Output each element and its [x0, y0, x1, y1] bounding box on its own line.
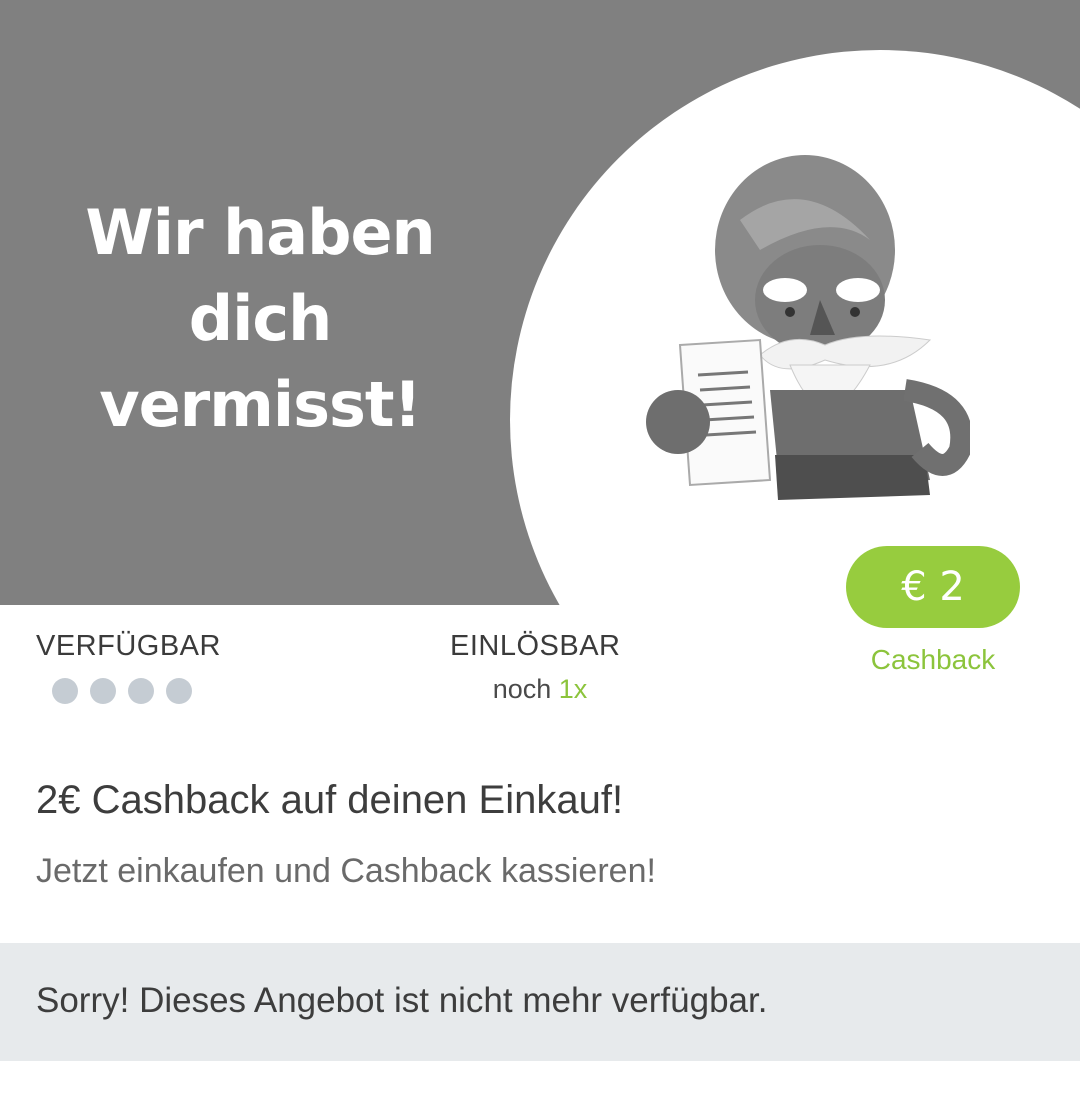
availability-label: VERFÜGBAR [36, 630, 221, 662]
mascot-with-receipt-illustration [646, 155, 970, 500]
availability-dot [52, 678, 78, 704]
unavailable-notice: Sorry! Dieses Angebot ist nicht mehr ver… [0, 943, 1080, 1061]
availability-dot [166, 678, 192, 704]
offer-subtitle: Jetzt einkaufen und Cashback kassieren! [36, 852, 656, 890]
availability-dots [52, 678, 192, 704]
hero-title: Wir haben dich vermisst! [40, 190, 480, 448]
cashback-caption: Cashback [870, 644, 996, 675]
hero-title-line: Wir haben [85, 196, 435, 269]
hero-title-line: dich [188, 282, 333, 355]
redeemable-count: noch 1x [450, 674, 630, 705]
hero-banner: Wir haben dich vermisst! [0, 0, 1080, 605]
hero-title-line: vermisst! [99, 368, 422, 441]
offer-title: 2€ Cashback auf deinen Einkauf! [36, 778, 624, 822]
redeemable-times: 1x [558, 674, 588, 704]
redeemable-label: EINLÖSBAR [450, 630, 621, 662]
redeemable-prefix: noch [492, 674, 552, 704]
cashback-amount-badge: € 2 [846, 546, 1020, 628]
notice-text: Sorry! Dieses Angebot ist nicht mehr ver… [36, 981, 768, 1020]
availability-dot [128, 678, 154, 704]
availability-dot [90, 678, 116, 704]
